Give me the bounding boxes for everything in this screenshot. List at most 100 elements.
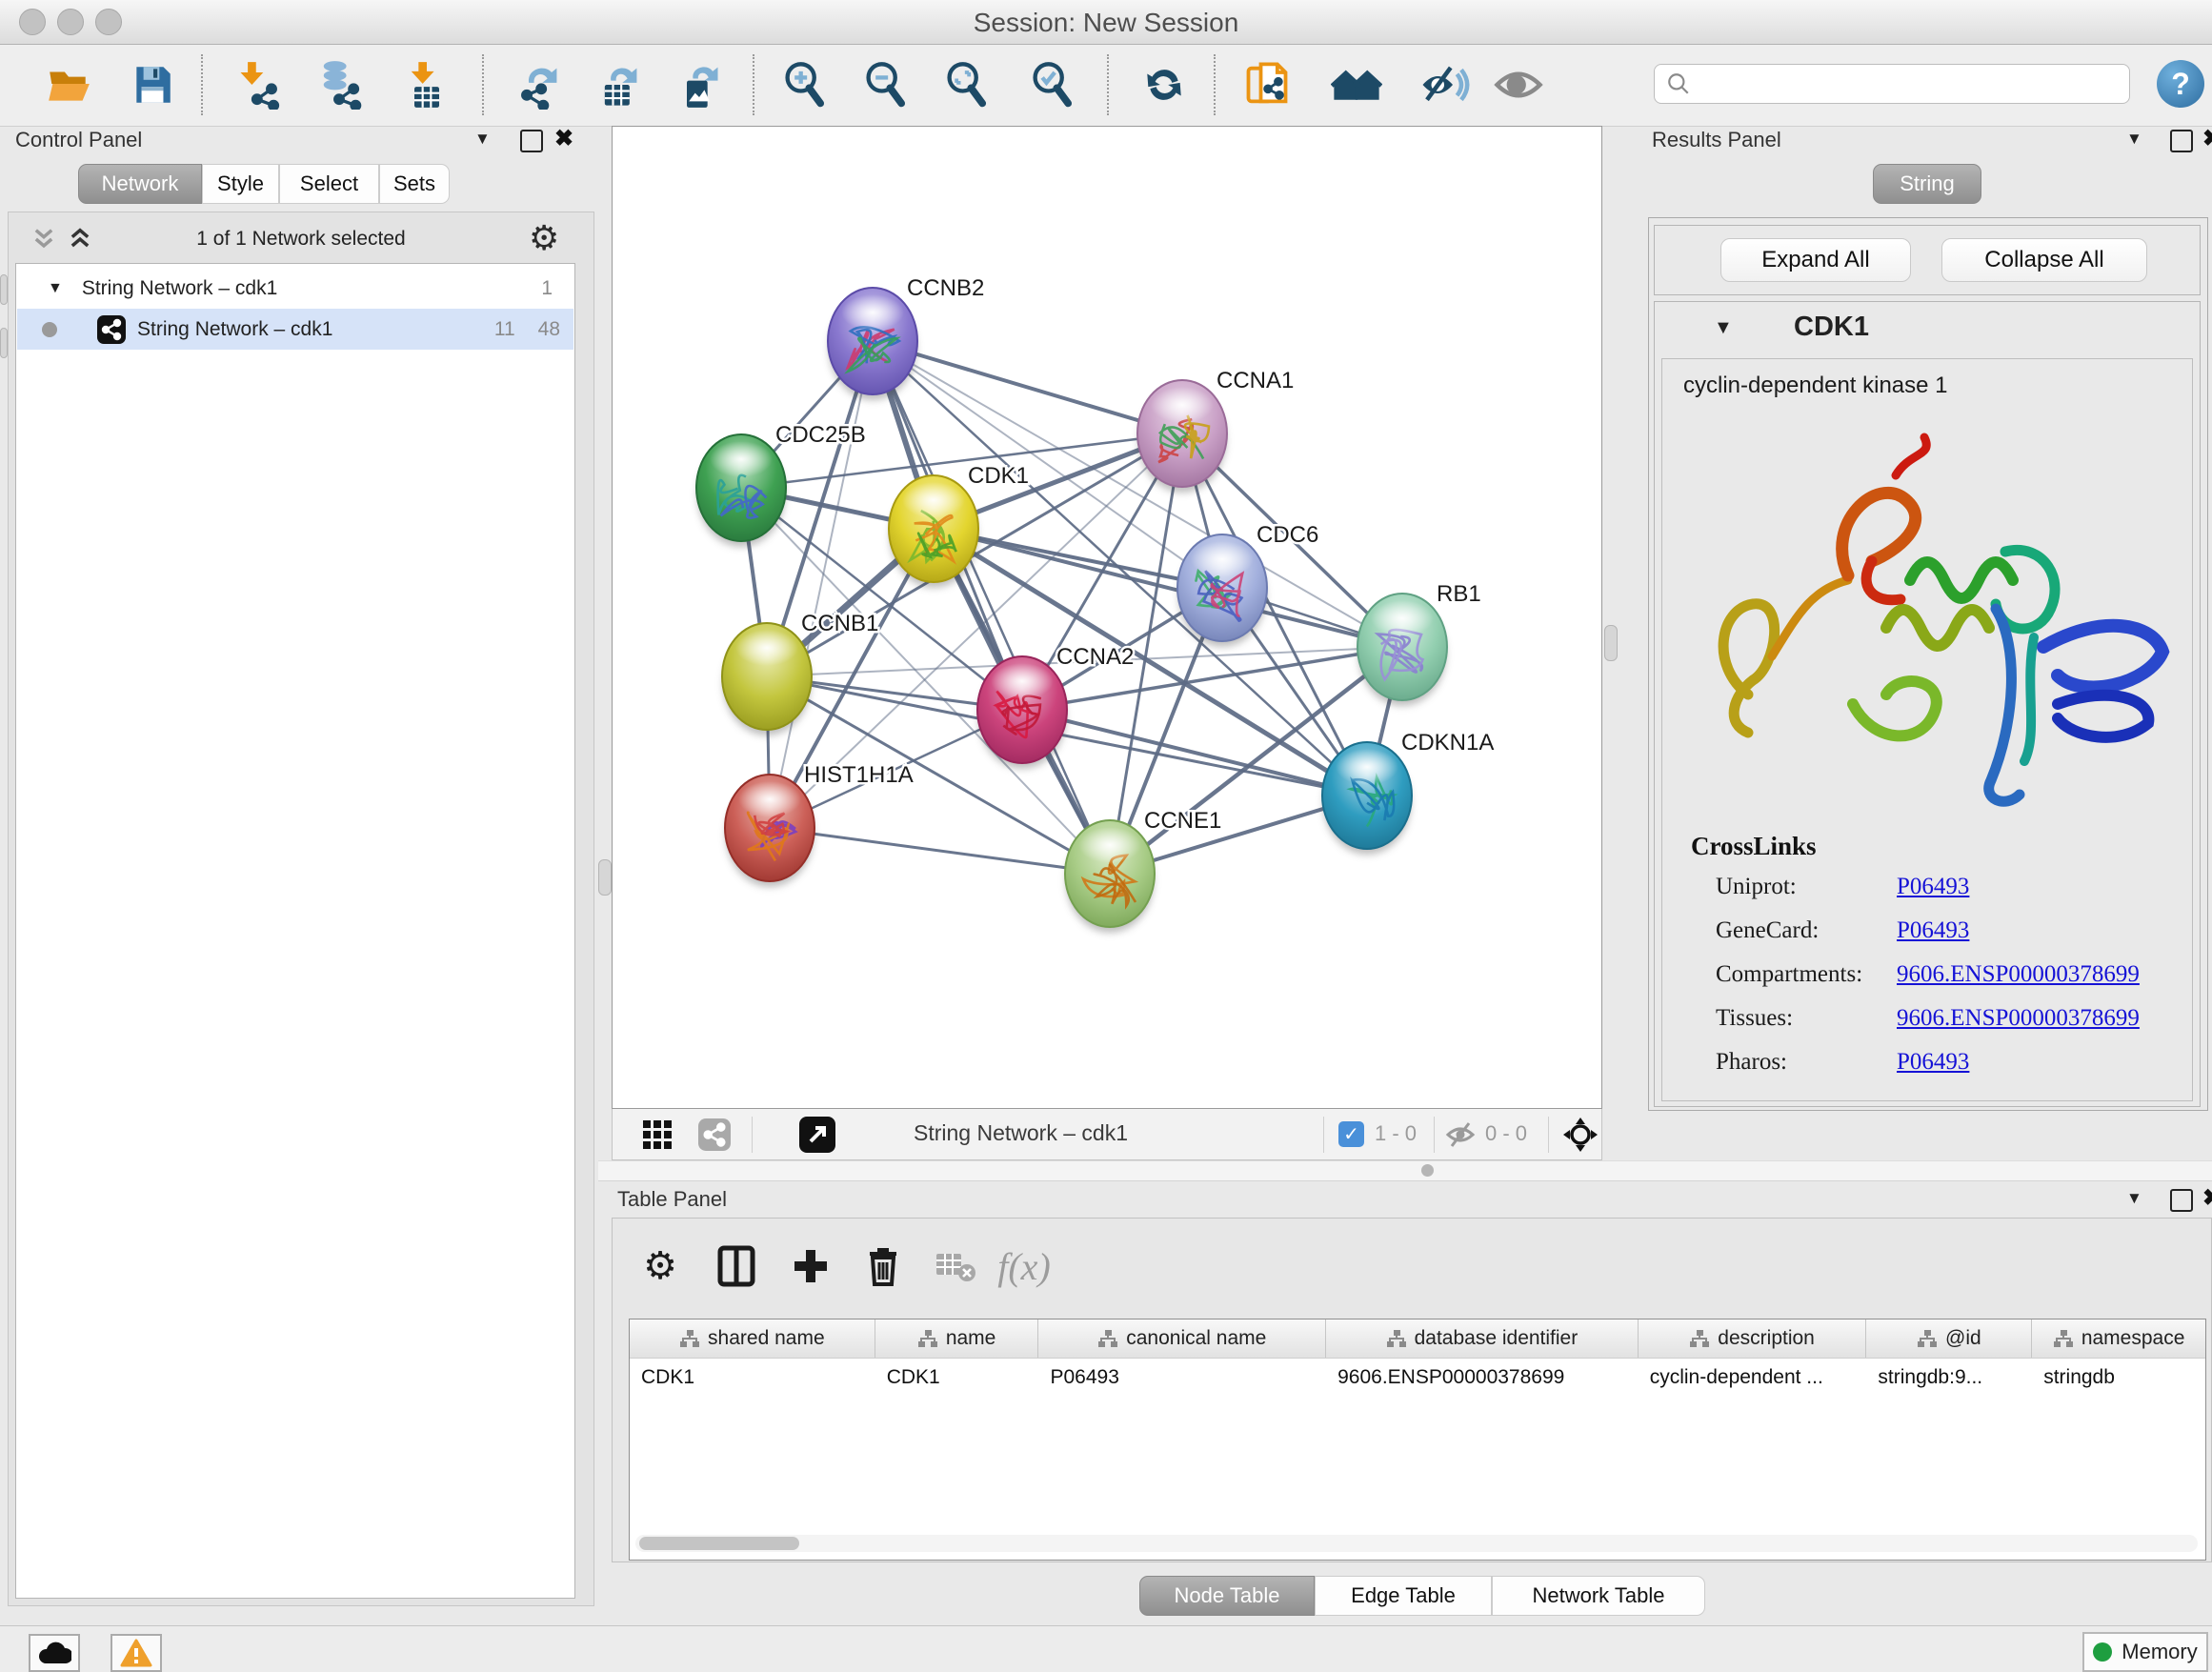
save-session-button[interactable] xyxy=(126,58,179,111)
network-edge[interactable] xyxy=(934,529,1402,647)
hide-selected-button[interactable] xyxy=(1418,58,1471,111)
network-row-selected[interactable]: String Network – cdk1 11 48 xyxy=(17,309,573,350)
help-button[interactable]: ? xyxy=(2157,60,2204,108)
column-header[interactable]: database identifier xyxy=(1326,1319,1639,1358)
tab-select[interactable]: Select xyxy=(279,164,379,204)
tab-network-table[interactable]: Network Table xyxy=(1492,1576,1705,1616)
table-cell[interactable]: cyclin-dependent ... xyxy=(1639,1359,1867,1397)
horizontal-scrollbar[interactable] xyxy=(635,1535,2198,1552)
control-panel-close-icon[interactable]: ✖ xyxy=(554,130,573,149)
network-node-CDC25B[interactable]: CDC25B xyxy=(696,422,866,547)
results-panel-float-icon[interactable] xyxy=(2170,130,2193,152)
open-session-button[interactable] xyxy=(42,58,95,111)
column-header[interactable]: @id xyxy=(1866,1319,2032,1358)
network-edge[interactable] xyxy=(873,341,1110,874)
tab-node-table[interactable]: Node Table xyxy=(1139,1576,1315,1616)
zoom-out-button[interactable] xyxy=(859,58,913,111)
table-cell[interactable]: CDK1 xyxy=(630,1359,875,1397)
network-node-CDK1[interactable]: CDK1 xyxy=(889,463,1029,588)
column-header[interactable]: name xyxy=(875,1319,1039,1358)
network-node-HIST1H1A[interactable]: HIST1H1A xyxy=(725,762,914,887)
export-network-button[interactable] xyxy=(513,58,566,111)
table-cell[interactable]: P06493 xyxy=(1038,1359,1326,1397)
expand-all-button[interactable]: Expand All xyxy=(1720,238,1911,282)
results-panel-close-icon[interactable]: ✖ xyxy=(2202,130,2212,149)
crosslink-link[interactable]: 9606.ENSP00000378699 xyxy=(1897,961,2140,988)
search-field[interactable] xyxy=(1654,64,2130,104)
network-edge[interactable] xyxy=(873,341,1182,433)
table-panel-float-icon[interactable] xyxy=(2170,1189,2193,1212)
apply-layout-button[interactable] xyxy=(1137,58,1191,111)
column-header[interactable]: namespace xyxy=(2032,1319,2205,1358)
import-table-button[interactable] xyxy=(400,58,453,111)
network-edge[interactable] xyxy=(770,341,873,828)
selected-checkbox-icon[interactable]: ✓ xyxy=(1338,1121,1364,1147)
network-node-CDC6[interactable]: CDC6 xyxy=(1177,522,1318,647)
crosslink-link[interactable]: P06493 xyxy=(1897,917,1969,944)
zoom-fit-button[interactable] xyxy=(940,58,994,111)
left-edge-grip[interactable] xyxy=(0,274,8,305)
canvas-left-splitter-grip[interactable] xyxy=(598,859,612,896)
string-view-icon[interactable] xyxy=(698,1118,731,1156)
crosslink-link[interactable]: 9606.ENSP00000378699 xyxy=(1897,1005,2140,1032)
column-header[interactable]: canonical name xyxy=(1038,1319,1326,1358)
protein-collapse-icon[interactable]: ▼ xyxy=(1714,317,1733,339)
show-columns-icon[interactable] xyxy=(711,1240,762,1292)
import-network-button[interactable] xyxy=(232,58,286,111)
delete-table-icon[interactable] xyxy=(930,1240,981,1292)
tab-edge-table[interactable]: Edge Table xyxy=(1315,1576,1492,1616)
memory-button[interactable]: Memory xyxy=(2082,1632,2208,1672)
network-options-gear-icon[interactable]: ⚙ xyxy=(529,218,559,258)
table-panel-close-icon[interactable]: ✖ xyxy=(2202,1189,2212,1208)
first-neighbors-button[interactable] xyxy=(1330,58,1383,111)
collapse-all-button[interactable]: Collapse All xyxy=(1941,238,2147,282)
scrollbar-thumb[interactable] xyxy=(639,1537,799,1550)
zoom-selected-button[interactable] xyxy=(1026,58,1079,111)
export-table-button[interactable] xyxy=(593,58,646,111)
column-header[interactable]: shared name xyxy=(630,1319,875,1358)
splitter-handle-dot[interactable] xyxy=(1421,1164,1434,1177)
crosslink-link[interactable]: P06493 xyxy=(1897,874,1969,900)
control-panel-menu-icon[interactable]: ▼ xyxy=(474,130,491,149)
tab-sets[interactable]: Sets xyxy=(379,164,450,204)
horizontal-splitter[interactable] xyxy=(598,1160,2212,1181)
open-in-window-icon[interactable] xyxy=(799,1117,835,1158)
column-header[interactable]: description xyxy=(1639,1319,1867,1358)
tab-string[interactable]: String xyxy=(1873,164,1981,204)
network-node-CCNB2[interactable]: CCNB2 xyxy=(828,275,984,400)
function-builder-icon[interactable]: f(x) xyxy=(998,1240,1050,1292)
left-edge-grip[interactable] xyxy=(0,328,8,358)
clone-network-button[interactable] xyxy=(1240,58,1294,111)
network-edge[interactable] xyxy=(770,828,1110,874)
tab-network[interactable]: Network xyxy=(78,164,202,204)
crosslink-link[interactable]: P06493 xyxy=(1897,1049,1969,1076)
birdseye-navigator-icon[interactable] xyxy=(1561,1116,1599,1158)
table-row[interactable]: CDK1 CDK1 P06493 9606.ENSP00000378699 cy… xyxy=(630,1358,2205,1397)
network-collection-row[interactable]: ▼ String Network – cdk1 1 xyxy=(17,268,573,309)
table-cell[interactable]: CDK1 xyxy=(875,1359,1039,1397)
network-node-CDKN1A[interactable]: CDKN1A xyxy=(1322,730,1494,855)
network-node-RB1[interactable]: RB1 xyxy=(1357,581,1481,706)
warning-status-button[interactable] xyxy=(111,1634,162,1672)
search-input[interactable] xyxy=(1699,71,2129,97)
table-cell[interactable]: 9606.ENSP00000378699 xyxy=(1326,1359,1639,1397)
table-cell[interactable]: stringdb xyxy=(2032,1359,2205,1397)
table-panel-menu-icon[interactable]: ▼ xyxy=(2126,1189,2142,1208)
create-column-icon[interactable] xyxy=(785,1240,836,1292)
export-image-button[interactable] xyxy=(673,58,726,111)
control-panel-float-icon[interactable] xyxy=(520,130,543,152)
tree-expand-icon[interactable]: ▼ xyxy=(48,280,63,297)
table-options-gear-icon[interactable]: ⚙ xyxy=(634,1240,686,1292)
network-node-CCNA2[interactable]: CCNA2 xyxy=(977,644,1134,769)
results-panel-menu-icon[interactable]: ▼ xyxy=(2126,130,2142,149)
network-node-CCNA1[interactable]: CCNA1 xyxy=(1137,368,1294,493)
network-node-CCNE1[interactable]: CCNE1 xyxy=(1065,808,1221,933)
zoom-in-button[interactable] xyxy=(778,58,832,111)
network-canvas[interactable]: CCNB2CCNA1CDC25BCDK1CDC6RB1CCNB1CCNA2CDK… xyxy=(612,126,1602,1109)
cloud-status-button[interactable] xyxy=(29,1634,80,1672)
grid-view-icon[interactable] xyxy=(641,1118,674,1156)
import-database-button[interactable] xyxy=(312,58,366,111)
table-cell[interactable]: stringdb:9... xyxy=(1866,1359,2032,1397)
delete-column-icon[interactable] xyxy=(857,1240,909,1292)
canvas-right-splitter-grip[interactable] xyxy=(1604,625,1618,661)
